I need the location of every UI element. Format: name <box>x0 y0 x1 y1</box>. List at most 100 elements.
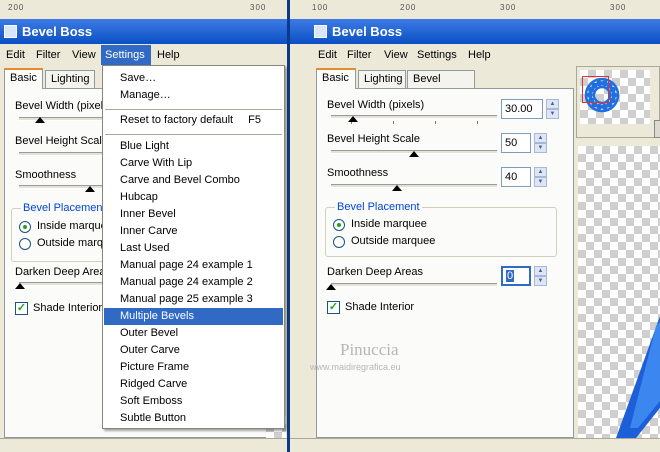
navigator-viewport-rect[interactable] <box>582 76 609 103</box>
right-title-text: Bevel Boss <box>332 24 403 39</box>
menu-view[interactable]: View <box>68 45 100 65</box>
bevel-width-label: Bevel Width (pixels) <box>327 99 425 111</box>
darken-deep-areas-label: Darken Deep Areas <box>327 266 423 278</box>
preset-manual-24-1[interactable]: Manual page 24 example 1 <box>104 257 283 274</box>
left-title-text: Bevel Boss <box>22 24 93 39</box>
tab-lighting[interactable]: Lighting <box>358 70 406 88</box>
preset-soft-emboss[interactable]: Soft Emboss <box>104 393 283 410</box>
bevel-width-input[interactable]: 30.00 <box>501 99 543 119</box>
darken-track[interactable] <box>19 282 109 286</box>
bevel-width-track[interactable] <box>19 117 109 121</box>
outside-marquee-label: Outside marquee <box>351 235 436 247</box>
preset-outer-carve[interactable]: Outer Carve <box>104 342 283 359</box>
menu-filter[interactable]: Filter <box>343 45 375 65</box>
spin-up-icon[interactable]: ▲ <box>534 133 547 143</box>
menu-help[interactable]: Help <box>153 45 184 65</box>
ruler-strip: 100 200 300 300 <box>290 0 660 18</box>
spin-down-icon[interactable]: ▼ <box>534 143 547 153</box>
ruler-strip: 200 300 <box>0 0 287 18</box>
shade-checkbox[interactable]: ✓ <box>15 302 28 315</box>
right-window-title: Bevel Boss <box>290 19 660 44</box>
menu-separator <box>105 109 282 110</box>
preview-canvas[interactable] <box>578 146 660 438</box>
preset-inner-carve[interactable]: Inner Carve <box>104 223 283 240</box>
menu-separator <box>105 134 282 135</box>
preset-carve-with-lip[interactable]: Carve With Lip <box>104 155 283 172</box>
outside-radio[interactable] <box>19 238 31 250</box>
tab-basic[interactable]: Basic <box>316 68 356 89</box>
bevel-width-thumb[interactable] <box>347 116 358 122</box>
spin-down-icon[interactable]: ▼ <box>534 177 547 187</box>
left-menubar: Edit Filter View Settings Help <box>0 45 287 65</box>
inside-marquee-radio[interactable] <box>333 219 345 231</box>
spin-up-icon[interactable]: ▲ <box>534 266 547 276</box>
preset-blue-light[interactable]: Blue Light <box>104 138 283 155</box>
preset-outer-bevel[interactable]: Outer Bevel <box>104 325 283 342</box>
reset-label: Reset to factory default <box>120 114 234 126</box>
spin-down-icon[interactable]: ▼ <box>534 276 547 286</box>
right-tabs: Basic Lighting Bevel Profile <box>316 68 516 101</box>
tab-basic[interactable]: Basic <box>4 68 43 89</box>
spin-down-icon[interactable]: ▼ <box>546 109 559 119</box>
smoothness-input[interactable]: 40 <box>501 167 531 187</box>
menu-item-reset[interactable]: Reset to factory default F5 <box>104 112 283 129</box>
preset-inner-bevel[interactable]: Inner Bevel <box>104 206 283 223</box>
darken-input[interactable]: 0 <box>501 266 531 286</box>
preset-picture-frame[interactable]: Picture Frame <box>104 359 283 376</box>
inside-radio[interactable] <box>19 221 31 233</box>
bevel-height-input[interactable]: 50 <box>501 133 531 153</box>
right-basic-panel: Bevel Width (pixels) 30.00 ▲ ▼ Bevel Heig… <box>316 88 574 438</box>
watermark-name: Pinuccia <box>340 340 399 359</box>
tab-bevel-profile[interactable]: Bevel Profile <box>407 70 475 101</box>
smoothness-thumb[interactable] <box>392 185 403 191</box>
preset-subtle-button[interactable]: Subtle Button <box>104 410 283 427</box>
preset-manual-24-2[interactable]: Manual page 24 example 2 <box>104 274 283 291</box>
preset-multiple-bevels[interactable]: Multiple Bevels <box>104 308 283 325</box>
menu-filter[interactable]: Filter <box>32 45 64 65</box>
bevel-width-label: Bevel Width (pixel <box>15 100 104 112</box>
darken-thumb[interactable] <box>15 283 25 289</box>
menu-view[interactable]: View <box>380 45 412 65</box>
menu-settings[interactable]: Settings <box>413 45 461 65</box>
navigator-zoom-button[interactable] <box>654 120 660 138</box>
preset-hubcap[interactable]: Hubcap <box>104 189 283 206</box>
app-icon <box>4 25 17 38</box>
smoothness-track[interactable] <box>19 185 109 189</box>
spin-up-icon[interactable]: ▲ <box>546 99 559 109</box>
menu-item-manage[interactable]: Manage… <box>104 87 283 104</box>
smoothness-label: Smoothness <box>327 167 389 179</box>
ring-dot <box>601 103 608 110</box>
app-icon <box>314 25 327 38</box>
preset-carve-and-bevel-combo[interactable]: Carve and Bevel Combo <box>104 172 283 189</box>
darken-thumb[interactable] <box>326 284 336 290</box>
bevel-placement-title: Bevel Placemen <box>21 202 105 214</box>
menu-item-save[interactable]: Save… <box>104 70 283 87</box>
tab-lighting[interactable]: Lighting <box>45 70 95 88</box>
outside-marquee-radio[interactable] <box>333 236 345 248</box>
menu-edit[interactable]: Edit <box>2 45 29 65</box>
menu-help[interactable]: Help <box>464 45 495 65</box>
slider-tick <box>477 121 478 124</box>
shade-interior-checkbox[interactable]: ✓ <box>327 301 340 314</box>
left-status-bar <box>0 438 287 452</box>
smoothness-label: Smoothness <box>15 169 77 181</box>
menu-edit[interactable]: Edit <box>314 45 341 65</box>
bevel-width-thumb[interactable] <box>35 117 45 123</box>
right-menubar: Edit Filter View Settings Help <box>290 45 660 65</box>
darken-track[interactable] <box>331 283 497 287</box>
smoothness-thumb[interactable] <box>85 186 95 192</box>
preset-manual-25-3[interactable]: Manual page 25 example 3 <box>104 291 283 308</box>
bevel-placement-group <box>325 207 557 257</box>
preset-ridged-carve[interactable]: Ridged Carve <box>104 376 283 393</box>
settings-menu: Save… Manage… Reset to factory default F… <box>102 65 285 429</box>
reset-shortcut: F5 <box>248 114 261 126</box>
smoothness-track[interactable] <box>331 184 497 188</box>
bevel-height-label: Bevel Height Scale <box>15 135 108 147</box>
preset-last-used[interactable]: Last Used <box>104 240 283 257</box>
ring-dot <box>609 86 616 93</box>
left-tabs: Basic Lighting <box>4 68 114 89</box>
bevel-height-thumb[interactable] <box>409 151 419 157</box>
menu-settings[interactable]: Settings <box>101 45 151 65</box>
spin-up-icon[interactable]: ▲ <box>534 167 547 177</box>
bevel-height-track[interactable] <box>19 152 109 156</box>
